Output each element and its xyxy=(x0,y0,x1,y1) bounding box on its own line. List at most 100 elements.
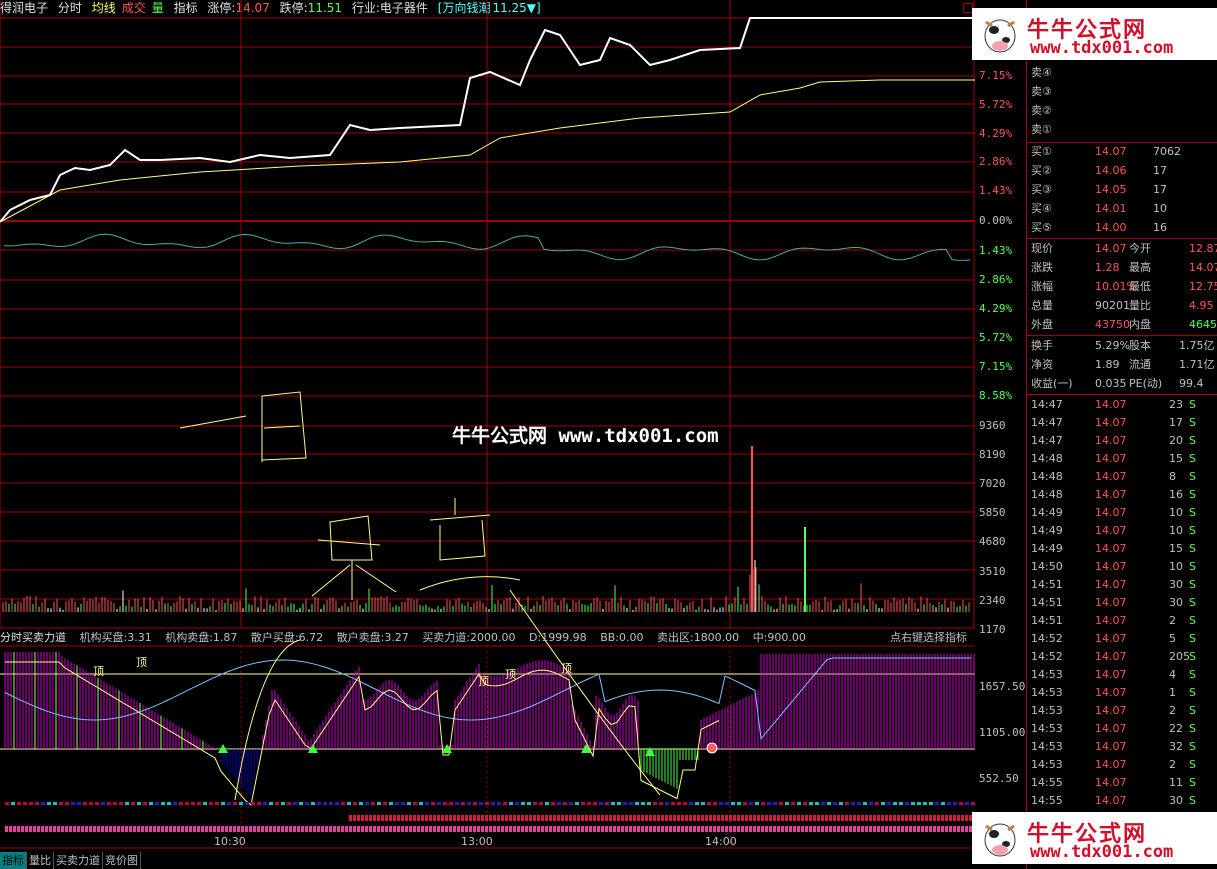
tick-row[interactable]: 14:52 14.07 205 S xyxy=(1029,648,1217,666)
signal-cell xyxy=(549,815,552,821)
tick-row[interactable]: 14:55 14.07 30 S xyxy=(1029,792,1217,810)
tab-auction[interactable]: 竞价图 xyxy=(103,852,141,869)
tick-time: 14:50 xyxy=(1031,560,1063,573)
signal-cell xyxy=(493,815,496,821)
signal-cell xyxy=(17,826,20,832)
buy-order-row[interactable]: 买⑤ 14.00 16 xyxy=(1029,219,1217,237)
sell-order-row[interactable]: 卖④ xyxy=(1029,64,1217,82)
signal-cell xyxy=(965,826,968,832)
tick-row[interactable]: 14:53 14.07 1 S xyxy=(1029,684,1217,702)
handwriting-stroke xyxy=(311,515,397,600)
finance-row[interactable]: 换手 5.29% 股本 1.75亿 xyxy=(1029,337,1217,355)
buy-order-row[interactable]: 买② 14.06 17 xyxy=(1029,162,1217,180)
signal-cell xyxy=(203,802,207,805)
signal-cell xyxy=(701,815,704,821)
indicator-hint[interactable]: 点右键选择指标 xyxy=(890,630,967,646)
tick-row[interactable]: 14:51 14.07 30 S xyxy=(1029,576,1217,594)
signal-cell xyxy=(353,826,356,832)
tick-price: 14.07 xyxy=(1095,434,1127,447)
signal-cell xyxy=(181,826,184,832)
tick-row[interactable]: 14:48 14.07 8 S xyxy=(1029,468,1217,486)
signal-cell xyxy=(237,826,240,832)
signal-cell xyxy=(461,826,464,832)
buy-order-row[interactable]: 买④ 14.01 10 xyxy=(1029,200,1217,218)
buy-order-row[interactable]: 买③ 14.05 17 xyxy=(1029,181,1217,199)
signal-cell xyxy=(897,826,900,832)
signal-cell xyxy=(369,826,372,832)
quote-row[interactable]: 总量 90201 量比 4.95 xyxy=(1029,297,1217,315)
signal-cell xyxy=(377,802,381,805)
tab-force[interactable]: 买卖力道 xyxy=(54,852,103,869)
tick-row[interactable]: 14:55 14.07 11 S xyxy=(1029,774,1217,792)
tick-row[interactable]: 14:49 14.07 10 S xyxy=(1029,504,1217,522)
signal-cell xyxy=(853,826,856,832)
signal-cell xyxy=(881,826,884,832)
quote-row[interactable]: 现价 14.07今开 12.87 xyxy=(1029,240,1217,258)
finance-row[interactable]: 净资 1.89 流通 1.71亿 xyxy=(1029,356,1217,374)
buy-order-row[interactable]: 买① 14.07 7062 xyxy=(1029,143,1217,161)
signal-cell xyxy=(377,826,380,832)
signal-cell xyxy=(611,802,615,805)
tick-row[interactable]: 14:50 14.07 10 S xyxy=(1029,558,1217,576)
signal-cell xyxy=(689,826,692,832)
tick-row[interactable]: 14:53 14.07 32 S xyxy=(1029,738,1217,756)
signal-cell xyxy=(505,815,508,821)
tick-row[interactable]: 14:48 14.07 16 S xyxy=(1029,486,1217,504)
tick-row[interactable]: 14:53 14.07 2 S xyxy=(1029,702,1217,720)
tick-row[interactable]: 14:51 14.07 2 S xyxy=(1029,612,1217,630)
signal-cell xyxy=(661,826,664,832)
tab-indicator[interactable]: 指标 xyxy=(0,852,27,869)
signal-cell xyxy=(773,802,777,805)
sell-order-row[interactable]: 卖② xyxy=(1029,102,1217,120)
tick-row[interactable]: 14:53 14.07 4 S xyxy=(1029,666,1217,684)
signal-cell xyxy=(277,826,280,832)
signal-cell xyxy=(869,815,872,821)
sell-order-row[interactable]: 卖① xyxy=(1029,121,1217,139)
signal-cell xyxy=(801,815,804,821)
tab-volume-ratio[interactable]: 量比 xyxy=(27,852,54,869)
signal-cell xyxy=(233,802,237,805)
tick-row[interactable]: 14:52 14.07 5 S xyxy=(1029,630,1217,648)
signal-cell xyxy=(441,826,444,832)
signal-cell xyxy=(965,815,968,821)
tick-time: 14:48 xyxy=(1031,452,1063,465)
sell-order-row[interactable]: 卖③ xyxy=(1029,83,1217,101)
indicator-name[interactable]: 分时买卖力道 xyxy=(0,631,66,644)
signal-cell xyxy=(613,815,616,821)
tick-row[interactable]: 14:49 14.07 15 S xyxy=(1029,540,1217,558)
quote-row[interactable]: 外盘 43750内盘 46451 xyxy=(1029,316,1217,334)
signal-cell xyxy=(421,815,424,821)
tick-side: S xyxy=(1189,416,1196,429)
signal-cell xyxy=(77,826,80,832)
tick-row[interactable]: 14:53 14.07 22 S xyxy=(1029,720,1217,738)
signal-cell xyxy=(509,802,513,805)
quote-row[interactable]: 涨幅10.01%最低12.75 xyxy=(1029,278,1217,296)
tick-row[interactable]: 14:48 14.07 15 S xyxy=(1029,450,1217,468)
signal-cell xyxy=(109,826,112,832)
signal-cell xyxy=(587,802,591,805)
tick-row[interactable]: 14:47 14.07 20 S xyxy=(1029,432,1217,450)
signal-cell xyxy=(677,802,681,805)
signal-cell xyxy=(413,802,417,805)
tick-row[interactable]: 14:51 14.07 30 S xyxy=(1029,594,1217,612)
tick-row[interactable]: 14:47 14.07 23 S xyxy=(1029,396,1217,414)
signal-cell xyxy=(241,826,244,832)
signal-cell xyxy=(287,802,291,805)
signal-cell xyxy=(425,815,428,821)
signal-cell xyxy=(833,815,836,821)
quote-row[interactable]: 涨跌 1.28 最高 14.07 xyxy=(1029,259,1217,277)
signal-cell xyxy=(657,815,660,821)
signal-cell xyxy=(357,815,360,821)
finance-row[interactable]: 收益(一) 0.035 PE(动) 99.4 xyxy=(1029,375,1217,393)
tick-row[interactable]: 14:49 14.07 10 S xyxy=(1029,522,1217,540)
quote-label: 涨跌 xyxy=(1031,261,1053,274)
signal-cell xyxy=(9,826,12,832)
signal-cell xyxy=(539,802,543,805)
tick-row[interactable]: 14:53 14.07 2 S xyxy=(1029,756,1217,774)
tick-row[interactable]: 14:47 14.07 17 S xyxy=(1029,414,1217,432)
tick-side: S xyxy=(1189,524,1196,537)
tick-price: 14.07 xyxy=(1095,524,1127,537)
signal-cell xyxy=(911,802,915,805)
signal-cell xyxy=(473,815,476,821)
signal-cell xyxy=(937,826,940,832)
